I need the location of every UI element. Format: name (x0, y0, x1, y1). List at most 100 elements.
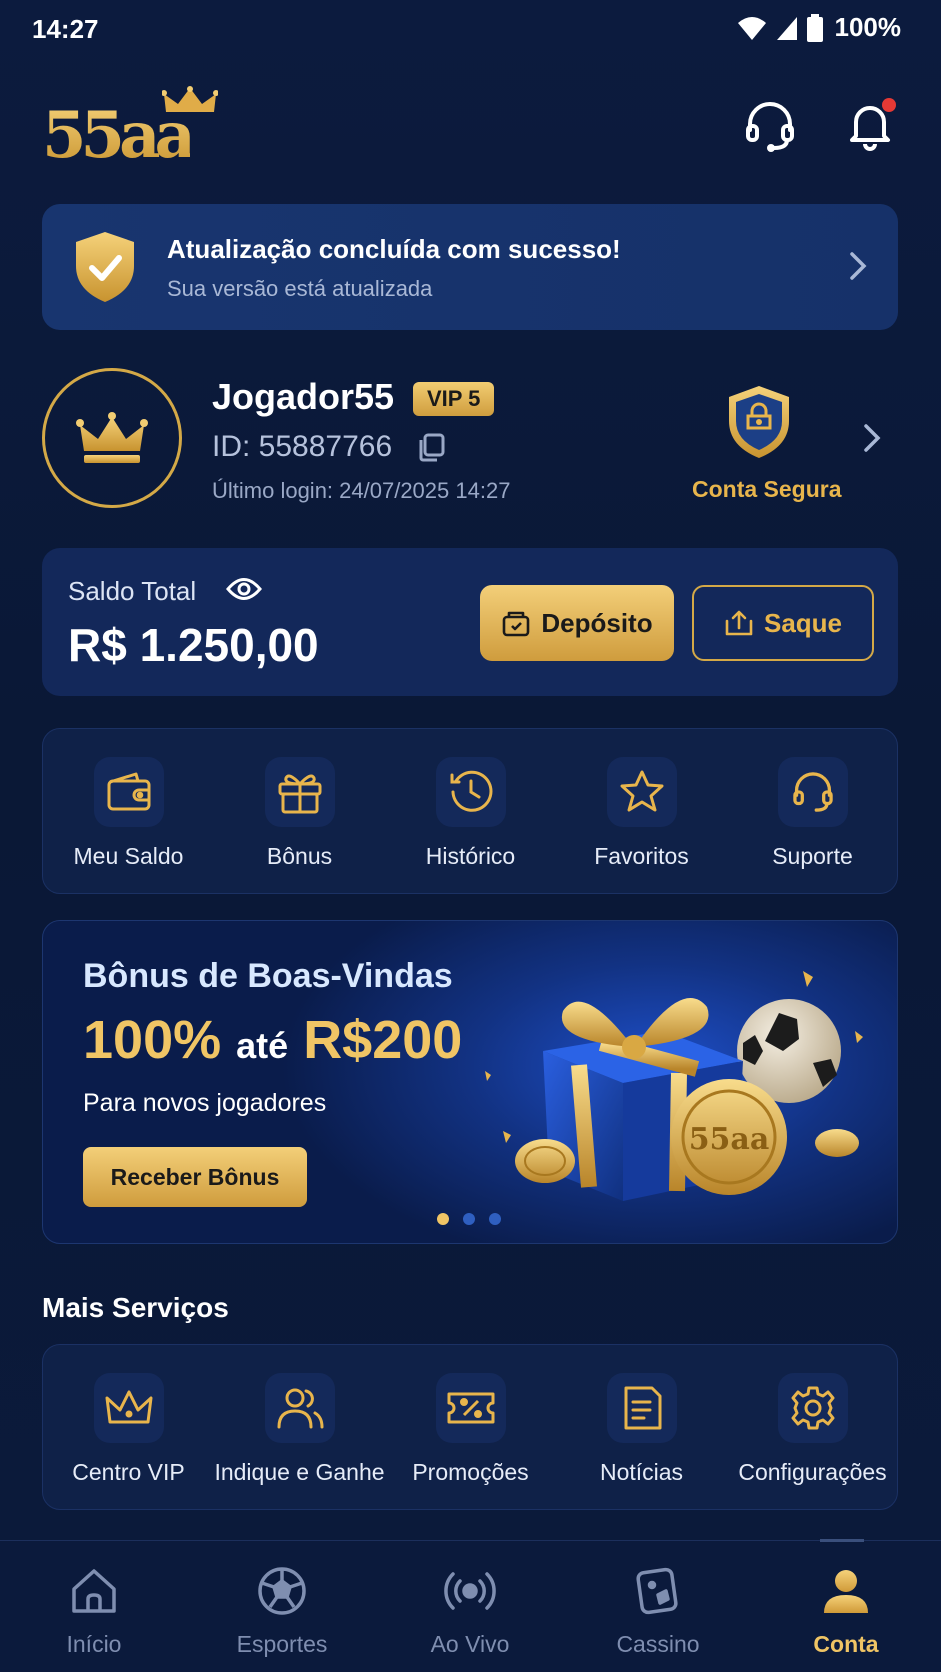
quick-action-bonus[interactable]: Bônus (214, 729, 385, 893)
promo-ate: até (236, 1025, 289, 1066)
promo-subtitle: Para novos jogadores (83, 1089, 327, 1117)
profile-section[interactable]: Jogador55 VIP 5 ID: 55887766 Último logi… (42, 368, 898, 508)
icon-tile (435, 1373, 506, 1443)
promo-value: R$200 (303, 1010, 463, 1070)
service-configuracoes[interactable]: Configurações (727, 1345, 898, 1509)
quick-action-label: Suporte (772, 843, 853, 869)
more-services-title: Mais Serviços (42, 1292, 229, 1323)
soccer-ball-icon (258, 1567, 306, 1615)
service-label: Indique e Ganhe (214, 1459, 385, 1485)
eye-icon[interactable] (226, 576, 262, 602)
quick-action-label: Meu Saldo (73, 843, 184, 869)
notification-badge (882, 98, 896, 112)
more-services-card: Centro VIP Indique e Ganhe Promoções Not… (42, 1344, 898, 1510)
promo-title: Bônus de Boas-Vindas (83, 957, 453, 995)
nav-label: Cassino (616, 1631, 700, 1657)
icon-tile (606, 757, 677, 827)
service-indique-e-ganhe[interactable]: Indique e Ganhe (214, 1345, 385, 1509)
service-centro-vip[interactable]: Centro VIP (43, 1345, 214, 1509)
notifications-button[interactable] (842, 96, 898, 152)
nav-label: Início (66, 1631, 122, 1657)
withdraw-button[interactable]: Saque (692, 585, 874, 661)
deposit-button[interactable]: Depósito (480, 585, 674, 661)
wifi-icon (737, 16, 766, 40)
chevron-right-icon (850, 252, 867, 280)
users-icon (277, 1388, 323, 1429)
icon-tile (435, 757, 506, 827)
live-broadcast-icon (444, 1572, 496, 1610)
gift-icon (278, 774, 321, 814)
copy-icon[interactable] (418, 432, 446, 462)
crown-icon (105, 1390, 152, 1424)
status-bar: 14:27 100% (0, 0, 941, 56)
service-promocoes[interactable]: Promoções (385, 1345, 556, 1509)
wallet-icon (107, 772, 150, 811)
signal-icon (776, 16, 797, 40)
user-id: ID: 55887766 (212, 430, 393, 463)
icon-tile (777, 757, 848, 827)
service-label: Notícias (599, 1459, 684, 1485)
update-subtitle: Sua versão está atualizada (167, 276, 433, 301)
nav-label: Ao Vivo (430, 1631, 510, 1657)
username: Jogador55 (212, 376, 395, 417)
battery-percent: 100% (834, 12, 902, 42)
promo-amount: 100% até R$200 (83, 1009, 462, 1071)
header-support-button[interactable] (742, 98, 798, 154)
brand-logo[interactable]: 55aa (42, 84, 242, 173)
nav-ao-vivo[interactable]: Ao Vivo (376, 1541, 564, 1672)
news-icon (624, 1386, 661, 1430)
app-header: 55aa (0, 70, 941, 173)
gear-icon (791, 1386, 834, 1430)
account-screen: 14:27 100% 55aa Atualização concluída co… (0, 0, 941, 1672)
quick-action-favoritos[interactable]: Favoritos (556, 729, 727, 893)
claim-bonus-button[interactable]: Receber Bônus (83, 1147, 307, 1207)
battery-icon (806, 13, 823, 42)
star-icon (620, 770, 663, 812)
nav-cassino[interactable]: Cassino (564, 1541, 752, 1672)
coin-logo-text: 55aa (689, 1122, 770, 1157)
quick-action-suporte[interactable]: Suporte (727, 729, 898, 893)
update-title: Atualização concluída com sucesso! (167, 234, 621, 264)
balance-card: Saldo Total R$ 1.250,00 Depósito Saque (42, 548, 898, 696)
vip-badge[interactable]: VIP 5 (413, 382, 495, 416)
bottom-navigation: Início Esportes Ao Vivo Cassino Conta (0, 1539, 941, 1672)
quick-action-historico[interactable]: Histórico (385, 729, 556, 893)
service-noticias[interactable]: Notícias (556, 1345, 727, 1509)
deposit-label: Depósito (541, 607, 653, 638)
icon-tile (264, 757, 335, 827)
shield-check-icon (76, 232, 134, 302)
balance-label: Saldo Total (68, 576, 197, 606)
deposit-icon (503, 611, 530, 637)
quick-actions-card: Meu Saldo Bônus Histórico Favoritos Supo… (42, 728, 898, 894)
icon-tile (777, 1373, 848, 1443)
quick-action-label: Favoritos (594, 843, 689, 869)
update-banner[interactable]: Atualização concluída com sucesso! Sua v… (42, 204, 898, 330)
secure-shield-icon (729, 386, 789, 458)
status-time: 14:27 (32, 14, 99, 44)
quick-action-label: Bônus (266, 843, 333, 869)
history-icon (450, 770, 492, 812)
nav-label: Esportes (236, 1631, 328, 1657)
headset-icon (746, 102, 794, 152)
carousel-dot-active[interactable] (437, 1213, 449, 1225)
nav-conta[interactable]: Conta (752, 1541, 940, 1672)
nav-label: Conta (813, 1631, 879, 1657)
service-label: Configurações (738, 1459, 887, 1485)
carousel-dot[interactable] (463, 1213, 475, 1225)
quick-action-meu-saldo[interactable]: Meu Saldo (43, 729, 214, 893)
service-label: Centro VIP (72, 1459, 185, 1485)
avatar[interactable] (42, 368, 182, 508)
ticket-percent-icon (447, 1392, 494, 1424)
carousel-dots[interactable] (437, 1213, 501, 1225)
carousel-dot[interactable] (489, 1213, 501, 1225)
dice-card-icon (636, 1567, 678, 1615)
quick-action-label: Histórico (425, 843, 516, 869)
nav-esportes[interactable]: Esportes (188, 1541, 376, 1672)
promo-percent: 100% (83, 1010, 222, 1070)
secure-account-label: Conta Segura (692, 476, 842, 502)
withdraw-icon (725, 610, 753, 636)
welcome-bonus-banner[interactable]: Bônus de Boas-Vindas 100% até R$200 Para… (42, 920, 898, 1244)
icon-tile (93, 757, 164, 827)
withdraw-label: Saque (763, 607, 843, 638)
nav-inicio[interactable]: Início (0, 1541, 188, 1672)
